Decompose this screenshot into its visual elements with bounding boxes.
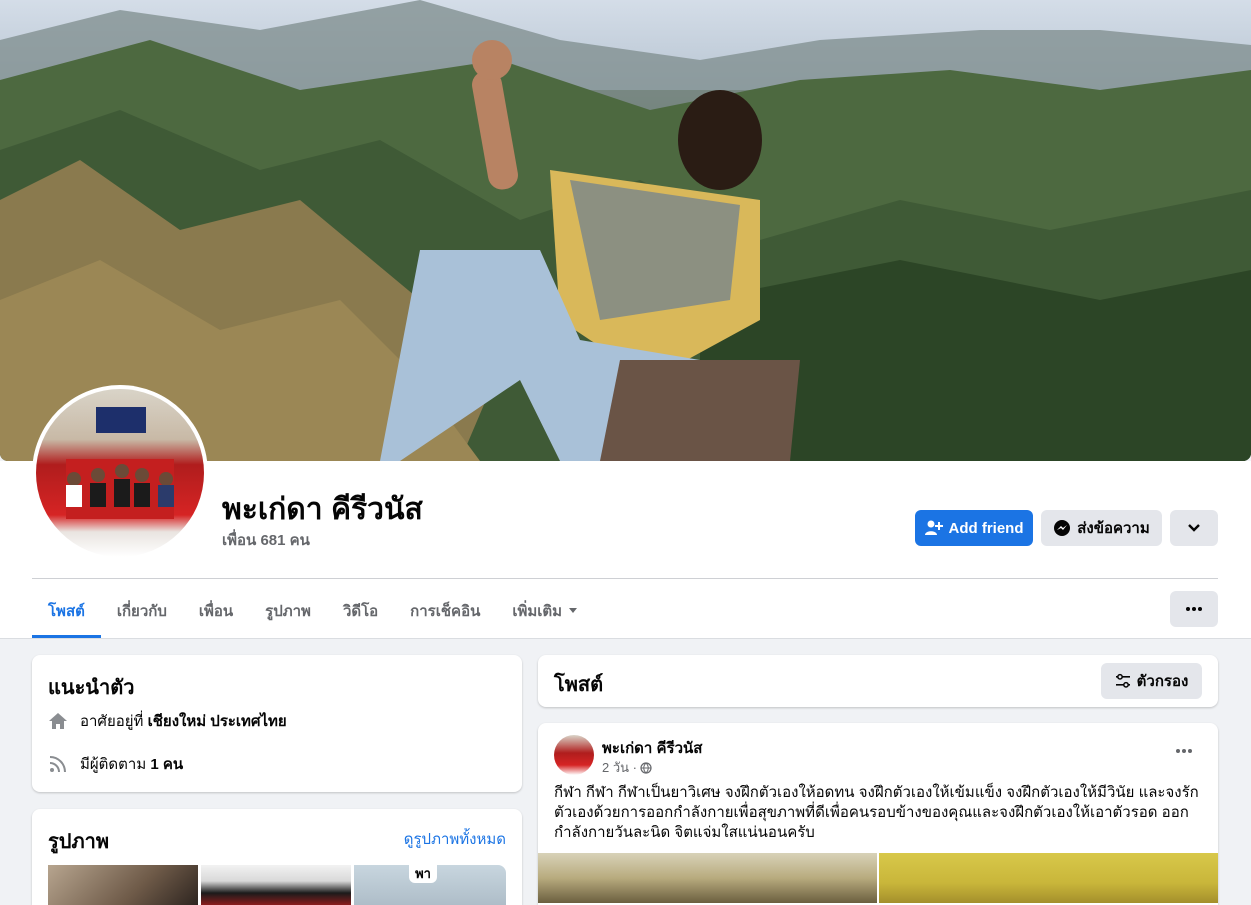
tab-posts[interactable]: โพสต์ bbox=[32, 584, 101, 638]
add-friend-label: Add friend bbox=[948, 519, 1024, 537]
see-all-photos-link[interactable]: ดูรูปภาพทั้งหมด bbox=[404, 827, 506, 851]
intro-followers-row: มีผู้ติดตาม 1 คน bbox=[48, 752, 183, 776]
photos-card: รูปภาพ ดูรูปภาพทั้งหมด พา bbox=[32, 809, 522, 905]
posts-title: โพสต์ bbox=[554, 674, 604, 696]
chevron-down-icon bbox=[1188, 524, 1200, 532]
tab-label: การเช็คอิน bbox=[410, 603, 481, 620]
tab-friends[interactable]: เพื่อน bbox=[183, 584, 249, 638]
tab-about[interactable]: เกี่ยวกับ bbox=[101, 584, 183, 638]
followers-prefix: มีผู้ติดตาม bbox=[80, 756, 147, 773]
post-meta: 2 วัน · bbox=[602, 757, 652, 778]
tab-label: วิดีโอ bbox=[342, 603, 379, 620]
add-friend-button[interactable]: Add friend bbox=[915, 510, 1033, 546]
profile-tabs: โพสต์ เกี่ยวกับ เพื่อน รูปภาพ วิดีโอ การ… bbox=[32, 584, 594, 638]
ellipsis-icon bbox=[1186, 607, 1202, 611]
post-image-1[interactable] bbox=[538, 853, 877, 903]
lives-value[interactable]: เชียงใหม่ ประเทศไทย bbox=[148, 713, 287, 730]
ellipsis-icon bbox=[1176, 749, 1192, 753]
photos-title: รูปภาพ bbox=[48, 831, 110, 853]
tab-label: โพสต์ bbox=[48, 603, 85, 620]
tabs-more-button[interactable] bbox=[1170, 591, 1218, 627]
cover-landscape bbox=[0, 0, 1251, 461]
followers-value[interactable]: 1 คน bbox=[150, 756, 183, 773]
message-button[interactable]: ส่งข้อความ bbox=[1041, 510, 1162, 546]
intro-card: แนะนำตัว อาศัยอยู่ที่ เชียงใหม่ ประเทศไท… bbox=[32, 655, 522, 792]
tab-label: เพิ่มเติม bbox=[512, 603, 563, 620]
message-label: ส่งข้อความ bbox=[1077, 520, 1150, 537]
intro-title: แนะนำตัว bbox=[48, 677, 135, 699]
filter-button[interactable]: ตัวกรอง bbox=[1101, 663, 1202, 699]
intro-lives-row: อาศัยอยู่ที่ เชียงใหม่ ประเทศไทย bbox=[48, 709, 287, 733]
avatar-group-photo bbox=[66, 407, 174, 519]
profile-name: พะเก่ดา คีรีวนัส bbox=[222, 493, 423, 526]
sliders-icon bbox=[1115, 673, 1130, 688]
post-author-avatar[interactable] bbox=[554, 735, 594, 775]
tab-more[interactable]: เพิ่มเติม bbox=[496, 584, 594, 638]
friends-count[interactable]: เพื่อน 681 คน bbox=[222, 528, 310, 552]
globe-icon bbox=[640, 761, 652, 774]
person-plus-icon bbox=[924, 520, 943, 535]
header-divider bbox=[32, 578, 1218, 579]
post-options-button[interactable] bbox=[1168, 735, 1200, 767]
post-image-2[interactable] bbox=[879, 853, 1218, 903]
more-actions-dropdown[interactable] bbox=[1170, 510, 1218, 546]
photo-thumb-3[interactable]: พา bbox=[354, 865, 506, 905]
tab-label: เกี่ยวกับ bbox=[116, 603, 167, 620]
photo-thumb-2[interactable] bbox=[201, 865, 351, 905]
cover-photo[interactable] bbox=[0, 0, 1251, 461]
tab-videos[interactable]: วิดีโอ bbox=[327, 584, 394, 638]
home-icon bbox=[49, 713, 67, 729]
tab-photos[interactable]: รูปภาพ bbox=[249, 584, 327, 638]
photo-thumb-label: พา bbox=[409, 865, 437, 883]
filter-label: ตัวกรอง bbox=[1136, 673, 1189, 690]
tab-checkins[interactable]: การเช็คอิน bbox=[394, 584, 496, 638]
tab-label: รูปภาพ bbox=[265, 603, 311, 620]
messenger-icon bbox=[1054, 520, 1071, 536]
post-card: พะเก่ดา คีรีวนัส 2 วัน · กีฬา กีฬา กีฬาเ… bbox=[538, 723, 1218, 905]
posts-header-card: โพสต์ ตัวกรอง bbox=[538, 655, 1218, 707]
tab-label: เพื่อน bbox=[198, 603, 234, 620]
post-body-text: กีฬา กีฬา กีฬาเป็นยาวิเศษ จงฝึกตัวเองให้… bbox=[554, 784, 1199, 841]
lives-prefix: อาศัยอยู่ที่ bbox=[80, 713, 144, 730]
caret-down-icon bbox=[569, 608, 578, 613]
photo-thumb-1[interactable] bbox=[48, 865, 198, 905]
post-time[interactable]: 2 วัน · bbox=[602, 757, 637, 778]
profile-avatar[interactable] bbox=[32, 385, 208, 561]
rss-icon bbox=[49, 756, 66, 773]
